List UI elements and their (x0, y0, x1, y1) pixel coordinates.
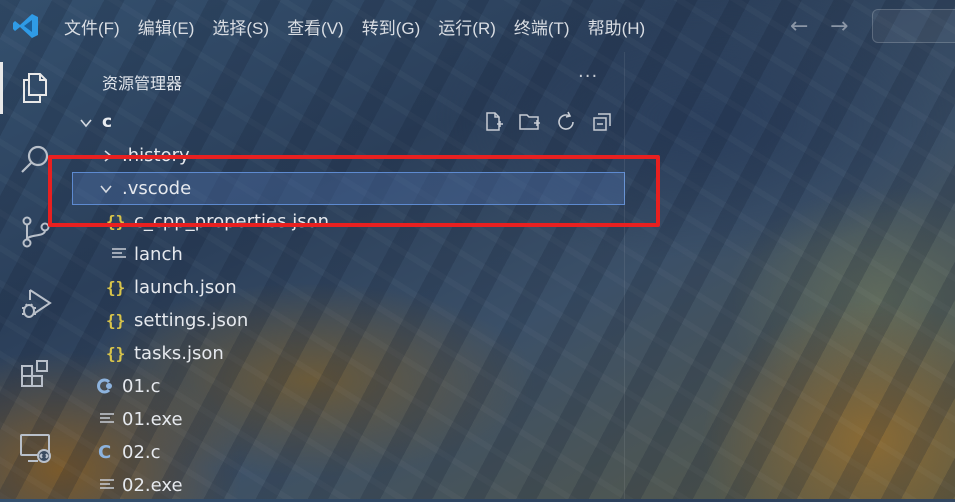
explorer-icon (23, 73, 47, 103)
tree-row-label: lanch (134, 244, 183, 265)
sidebar-divider (624, 52, 625, 499)
menu-go[interactable]: 转到(G) (356, 14, 427, 39)
more-actions-icon[interactable]: ··· (578, 66, 598, 87)
menu-edit[interactable]: 编辑(E) (132, 14, 201, 39)
menu-file[interactable]: 文件(F) (58, 14, 126, 39)
tree-row-label: 02.c (122, 442, 161, 463)
title-bar: 文件(F) 编辑(E) 选择(S) 查看(V) 转到(G) 运行(R) 终端(T… (0, 0, 955, 52)
command-center-search[interactable] (872, 9, 955, 43)
text-file-icon (100, 479, 114, 489)
tree-row-label: 01.exe (122, 409, 183, 430)
workspace-folder-header[interactable]: c (72, 108, 625, 138)
tree-row-02-c[interactable]: C 02.c (72, 436, 625, 469)
refresh-icon[interactable] (554, 110, 578, 134)
menu-view[interactable]: 查看(V) (281, 14, 350, 39)
json-file-icon: {} (106, 344, 126, 363)
run-debug-icon (22, 289, 52, 318)
activity-extensions[interactable] (0, 348, 72, 404)
tree-row-label: tasks.json (134, 343, 224, 364)
collapse-all-icon[interactable] (590, 110, 614, 134)
menu-terminal[interactable]: 终端(T) (508, 14, 576, 39)
chevron-down-icon (80, 119, 92, 128)
remote-explorer-icon (20, 434, 51, 463)
activity-run-debug[interactable] (0, 276, 72, 332)
tree-row-launch-json[interactable]: {} launch.json (72, 271, 625, 304)
tree-row-lanch[interactable]: lanch (72, 238, 625, 271)
workspace-folder-name: c (102, 112, 113, 132)
c-file-icon: C (98, 442, 112, 463)
tree-row-01-c[interactable]: 01.c (72, 370, 625, 403)
json-file-icon: {} (106, 278, 126, 297)
json-file-icon: {} (106, 311, 126, 330)
back-arrow-icon[interactable]: ← (790, 14, 808, 39)
tree-row-label: 02.exe (122, 475, 183, 496)
activity-remote-explorer[interactable] (0, 420, 72, 476)
activity-bar (0, 52, 72, 499)
c-file-modified-icon (97, 378, 112, 394)
activity-explorer[interactable] (0, 60, 72, 116)
new-folder-icon[interactable] (518, 110, 542, 134)
menu-bar: 文件(F) 编辑(E) 选择(S) 查看(V) 转到(G) 运行(R) 终端(T… (58, 0, 657, 52)
tree-row-label: launch.json (134, 277, 237, 298)
new-file-icon[interactable] (482, 110, 506, 134)
forward-arrow-icon[interactable]: → (830, 14, 848, 39)
menu-selection[interactable]: 选择(S) (206, 14, 275, 39)
tree-row-settings-json[interactable]: {} settings.json (72, 304, 625, 337)
tree-row-label: settings.json (134, 310, 249, 331)
text-file-icon (112, 248, 126, 258)
tree-row-tasks-json[interactable]: {} tasks.json (72, 337, 625, 370)
text-file-icon (100, 413, 114, 423)
explorer-sidebar: 资源管理器 ··· c .history .vscode {} c_cpp_pr… (72, 52, 625, 499)
active-indicator (0, 62, 3, 114)
tree-row-01-exe[interactable]: 01.exe (72, 403, 625, 436)
extensions-icon (21, 360, 48, 387)
tree-row-label: 01.c (122, 376, 161, 397)
menu-help[interactable]: 帮助(H) (582, 14, 652, 39)
menu-run[interactable]: 运行(R) (432, 14, 502, 39)
vscode-logo-icon (13, 14, 38, 38)
explorer-title: 资源管理器 (102, 74, 183, 93)
tree-row-02-exe[interactable]: 02.exe (72, 469, 625, 502)
annotation-highlight-box (48, 155, 660, 227)
